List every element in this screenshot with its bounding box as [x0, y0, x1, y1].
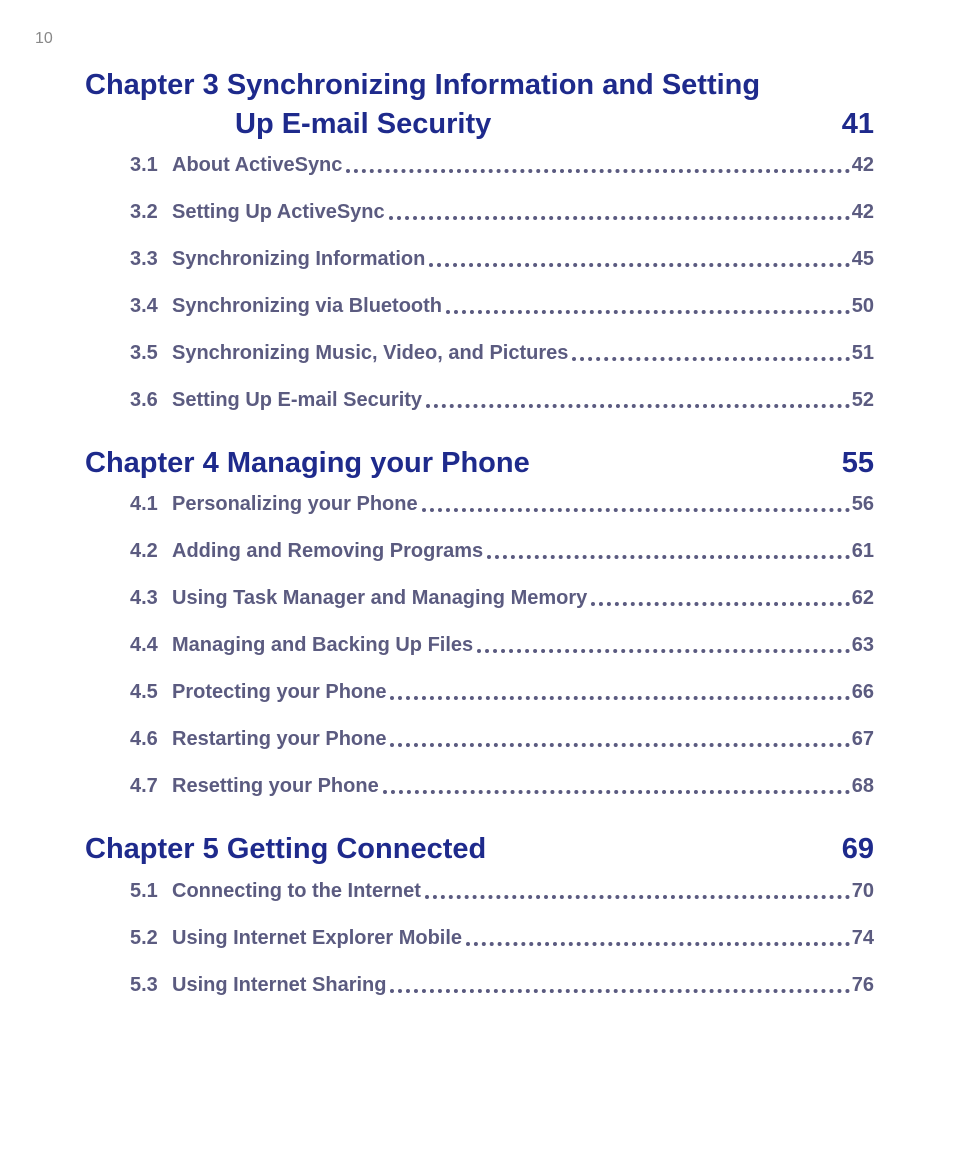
- toc-section-page: 68: [852, 775, 874, 798]
- toc-section-number: 4.3: [130, 587, 172, 610]
- toc-item: 4.4 Managing and Backing Up Files 63: [130, 634, 874, 657]
- toc-section-page: 61: [852, 540, 874, 563]
- toc-section-label: Using Internet Sharing: [172, 974, 386, 997]
- toc-item: 5.1 Connecting to the Internet 70: [130, 880, 874, 903]
- toc-leader-dots: [426, 394, 850, 408]
- toc-section-page: 74: [852, 927, 874, 950]
- toc-item: 4.7 Resetting your Phone 68: [130, 775, 874, 798]
- toc-section-page: 51: [852, 342, 874, 365]
- toc-section-number: 3.4: [130, 295, 172, 318]
- toc-item: 3.1 About ActiveSync 42: [130, 154, 874, 177]
- toc-section-page: 42: [852, 201, 874, 224]
- chapter-title-line1: Chapter 3 Synchronizing Information and …: [85, 66, 874, 105]
- toc-section-label: About ActiveSync: [172, 154, 342, 177]
- chapter-page: 69: [842, 830, 874, 869]
- chapter-title-row: Chapter 4 Managing your Phone 55: [85, 444, 874, 483]
- toc-leader-dots: [390, 686, 849, 700]
- toc-section-page: 56: [852, 493, 874, 516]
- toc-section-page: 62: [852, 587, 874, 610]
- toc-leader-dots: [487, 545, 850, 559]
- toc-leader-dots: [390, 979, 849, 993]
- toc-item: 4.5 Protecting your Phone 66: [130, 681, 874, 704]
- toc-leader-dots: [477, 639, 850, 653]
- toc-list: 4.1 Personalizing your Phone 56 4.2 Addi…: [85, 493, 874, 798]
- toc-section-page: 63: [852, 634, 874, 657]
- toc-item: 5.2 Using Internet Explorer Mobile 74: [130, 927, 874, 950]
- chapter-page: 41: [842, 105, 874, 144]
- toc-section-number: 3.5: [130, 342, 172, 365]
- toc-section-label: Managing and Backing Up Files: [172, 634, 473, 657]
- toc-section-label: Restarting your Phone: [172, 728, 386, 751]
- toc-section-page: 70: [852, 880, 874, 903]
- toc-section-page: 42: [852, 154, 874, 177]
- toc-item: 3.4 Synchronizing via Bluetooth 50: [130, 295, 874, 318]
- toc-section-number: 4.2: [130, 540, 172, 563]
- toc-section-number: 3.2: [130, 201, 172, 224]
- toc-section-page: 67: [852, 728, 874, 751]
- toc-section-label: Synchronizing Information: [172, 248, 425, 271]
- toc-item: 4.3 Using Task Manager and Managing Memo…: [130, 587, 874, 610]
- chapter-title-line2: Up E-mail Security: [85, 105, 491, 144]
- toc-leader-dots: [390, 733, 849, 747]
- toc-item: 4.2 Adding and Removing Programs 61: [130, 540, 874, 563]
- toc-section-label: Using Internet Explorer Mobile: [172, 927, 462, 950]
- toc-section-label: Protecting your Phone: [172, 681, 386, 704]
- toc-item: 4.6 Restarting your Phone 67: [130, 728, 874, 751]
- chapter-block: Chapter 3 Synchronizing Information and …: [85, 66, 874, 412]
- chapter-title: Chapter 5 Getting Connected: [85, 830, 486, 869]
- toc-section-page: 66: [852, 681, 874, 704]
- toc-leader-dots: [572, 347, 849, 361]
- toc-section-label: Adding and Removing Programs: [172, 540, 483, 563]
- document-page: 10 Chapter 3 Synchronizing Information a…: [0, 0, 954, 1173]
- toc-section-number: 4.6: [130, 728, 172, 751]
- toc-section-number: 4.1: [130, 493, 172, 516]
- toc-section-page: 45: [852, 248, 874, 271]
- chapter-block: Chapter 5 Getting Connected 69 5.1 Conne…: [85, 830, 874, 996]
- toc-section-page: 50: [852, 295, 874, 318]
- toc-section-number: 3.6: [130, 389, 172, 412]
- toc-section-label: Synchronizing Music, Video, and Pictures: [172, 342, 568, 365]
- chapter-page: 55: [842, 444, 874, 483]
- chapter-title: Chapter 4 Managing your Phone: [85, 444, 530, 483]
- toc-section-number: 5.2: [130, 927, 172, 950]
- toc-section-label: Using Task Manager and Managing Memory: [172, 587, 587, 610]
- toc-section-label: Personalizing your Phone: [172, 493, 418, 516]
- toc-leader-dots: [422, 498, 850, 512]
- toc-section-label: Connecting to the Internet: [172, 880, 421, 903]
- toc-leader-dots: [425, 885, 850, 899]
- toc-section-number: 5.3: [130, 974, 172, 997]
- toc-item: 3.2 Setting Up ActiveSync 42: [130, 201, 874, 224]
- toc-leader-dots: [466, 932, 850, 946]
- toc-section-number: 4.7: [130, 775, 172, 798]
- toc-section-number: 4.4: [130, 634, 172, 657]
- toc-leader-dots: [389, 206, 850, 220]
- toc-item: 5.3 Using Internet Sharing 76: [130, 974, 874, 997]
- toc-list: 3.1 About ActiveSync 42 3.2 Setting Up A…: [85, 154, 874, 412]
- toc-section-number: 4.5: [130, 681, 172, 704]
- toc-section-label: Synchronizing via Bluetooth: [172, 295, 442, 318]
- toc-section-label: Resetting your Phone: [172, 775, 379, 798]
- toc-list: 5.1 Connecting to the Internet 70 5.2 Us…: [85, 880, 874, 997]
- toc-section-number: 3.3: [130, 248, 172, 271]
- toc-leader-dots: [429, 253, 849, 267]
- toc-item: 3.6 Setting Up E-mail Security 52: [130, 389, 874, 412]
- chapter-title: Chapter 3 Synchronizing Information and …: [85, 66, 874, 144]
- page-number: 10: [35, 30, 874, 48]
- toc-section-page: 76: [852, 974, 874, 997]
- toc-section-label: Setting Up ActiveSync: [172, 201, 385, 224]
- toc-leader-dots: [346, 159, 849, 173]
- toc-leader-dots: [446, 300, 850, 314]
- chapter-block: Chapter 4 Managing your Phone 55 4.1 Per…: [85, 444, 874, 798]
- toc-section-number: 5.1: [130, 880, 172, 903]
- toc-item: 3.3 Synchronizing Information 45: [130, 248, 874, 271]
- toc-leader-dots: [591, 592, 849, 606]
- toc-item: 4.1 Personalizing your Phone 56: [130, 493, 874, 516]
- chapter-title-row: Chapter 5 Getting Connected 69: [85, 830, 874, 869]
- toc-section-number: 3.1: [130, 154, 172, 177]
- toc-section-label: Setting Up E-mail Security: [172, 389, 422, 412]
- toc-item: 3.5 Synchronizing Music, Video, and Pict…: [130, 342, 874, 365]
- toc-section-page: 52: [852, 389, 874, 412]
- toc-leader-dots: [383, 780, 850, 794]
